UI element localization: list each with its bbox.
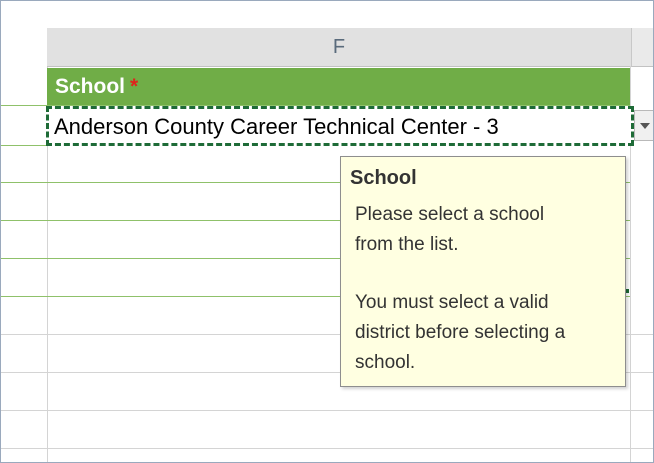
tooltip-line: from the list.	[355, 234, 459, 255]
tooltip-line: Please select a school	[355, 204, 545, 225]
tooltip-line: school.	[355, 352, 416, 373]
validation-input-message: School Please select a school from the l…	[340, 156, 626, 387]
cell-dropdown-button[interactable]	[634, 110, 653, 141]
row-number-gutter	[1, 28, 48, 462]
school-header-cell[interactable]: School *	[47, 68, 631, 105]
required-marker: *	[130, 75, 139, 98]
toolbar-strip	[1, 1, 653, 28]
selected-cell-value[interactable]: Anderson County Career Technical Center …	[54, 110, 630, 144]
chevron-down-icon	[640, 123, 650, 129]
column-header-f[interactable]: F	[47, 28, 631, 67]
tooltip-line: You must select a valid	[355, 292, 549, 313]
row-gridline	[1, 410, 653, 411]
column-header-next[interactable]	[631, 28, 653, 67]
tooltip-line: district before selecting a	[355, 322, 566, 343]
row-gridline	[1, 448, 653, 449]
spreadsheet-window: F School * Anderson County Career Technic…	[0, 0, 654, 463]
adjacent-header-cell[interactable]	[631, 68, 653, 105]
school-header-label: School	[55, 75, 126, 98]
tooltip-title: School	[350, 167, 417, 189]
